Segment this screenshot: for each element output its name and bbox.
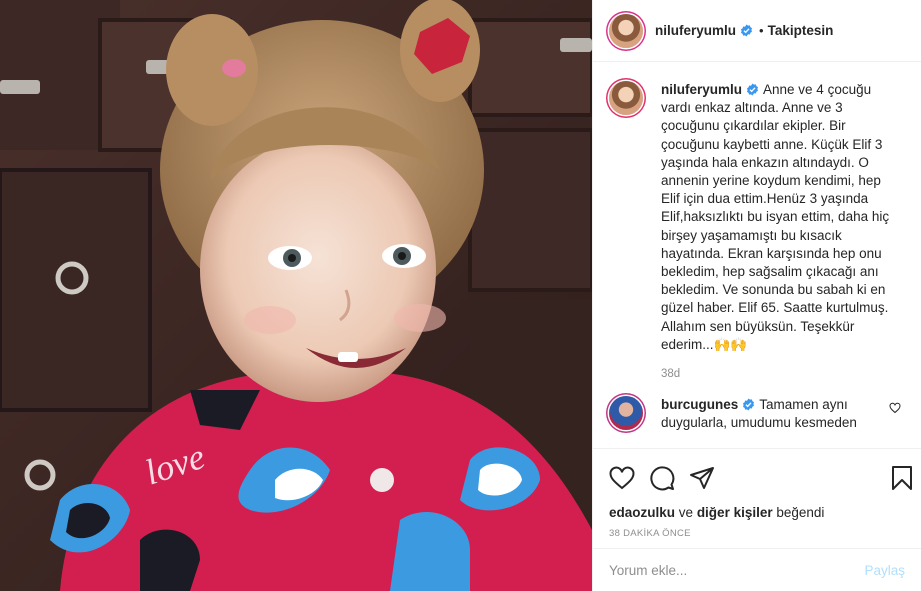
photo-illustration: love xyxy=(0,0,592,591)
post-header: niluferyumlu • Takiptesin xyxy=(593,0,921,62)
verified-icon xyxy=(743,398,755,411)
comment-username[interactable]: burcugunes xyxy=(661,397,738,412)
other-likers-link[interactable]: diğer kişiler xyxy=(697,505,773,520)
share-icon xyxy=(690,467,714,489)
heart-icon xyxy=(609,466,635,490)
share-button[interactable] xyxy=(689,466,715,490)
post-photo[interactable]: love xyxy=(0,0,592,591)
caption: niluferyumlu Anne ve 4 çocuğu vardı enka… xyxy=(661,81,901,354)
likes-connector: ve xyxy=(678,505,694,520)
post-modal: love niluferyumlu • Takiptesin niluferyu… xyxy=(0,0,921,591)
like-button[interactable] xyxy=(609,466,635,490)
follow-status-button[interactable]: Takiptesin xyxy=(768,23,834,38)
post-actions: edaozulku ve diğer kişiler beğendi 38 DA… xyxy=(593,448,921,548)
caption-username[interactable]: niluferyumlu xyxy=(661,82,742,97)
post-side-panel: niluferyumlu • Takiptesin niluferyumlu A… xyxy=(592,0,921,591)
avatar[interactable] xyxy=(609,13,643,48)
action-icons xyxy=(609,461,912,495)
header-username[interactable]: niluferyumlu xyxy=(655,23,736,38)
likes-summary: edaozulku ve diğer kişiler beğendi xyxy=(609,505,905,520)
likes-suffix: beğendi xyxy=(776,505,825,520)
caption-row: niluferyumlu Anne ve 4 çocuğu vardı enka… xyxy=(609,81,905,354)
verified-icon xyxy=(741,24,752,37)
comment-button[interactable] xyxy=(649,465,675,491)
post-comment-button[interactable]: Paylaş xyxy=(864,563,905,578)
comment-icon xyxy=(650,466,675,491)
liker-username[interactable]: edaozulku xyxy=(609,505,675,520)
comment-input[interactable] xyxy=(609,562,865,578)
small-heart-icon[interactable] xyxy=(889,402,901,414)
bookmark-icon xyxy=(892,466,912,490)
add-comment-bar: Paylaş xyxy=(593,548,921,591)
comment-row: burcugunes Tamamen aynı duygularla, umud… xyxy=(609,396,905,432)
comments-section: niluferyumlu Anne ve 4 çocuğu vardı enka… xyxy=(593,62,921,448)
verified-icon xyxy=(747,83,758,96)
separator-dot: • xyxy=(759,23,764,38)
comment: burcugunes Tamamen aynı duygularla, umud… xyxy=(661,396,883,432)
caption-text: Anne ve 4 çocuğu vardı enkaz altında. An… xyxy=(661,82,890,352)
comment-avatar[interactable] xyxy=(609,396,643,431)
save-button[interactable] xyxy=(891,465,913,494)
post-timestamp[interactable]: 38 DAKİKA ÖNCE xyxy=(609,528,905,539)
caption-age[interactable]: 38d xyxy=(661,368,905,380)
caption-avatar[interactable] xyxy=(609,81,643,115)
